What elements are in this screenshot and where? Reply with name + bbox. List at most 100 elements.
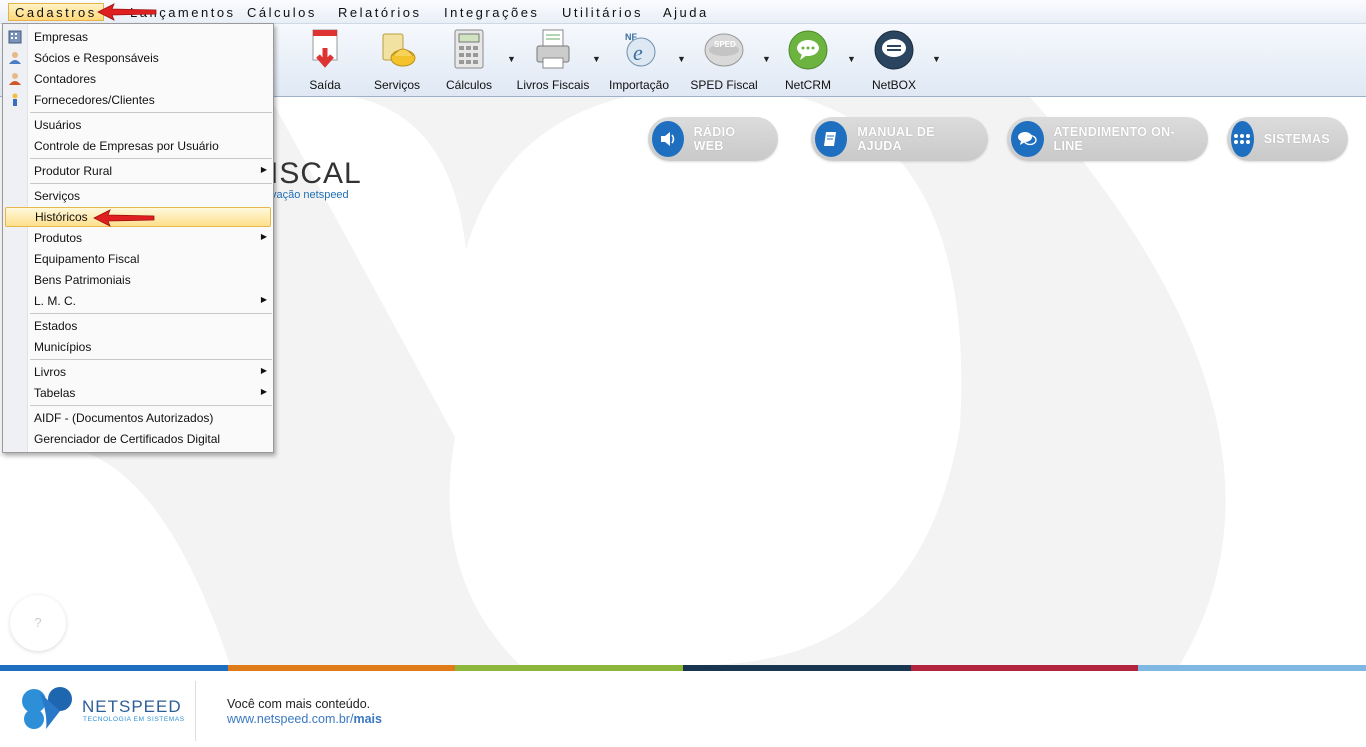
menu-item-label: Livros xyxy=(34,365,67,379)
toolbar-netbox-button[interactable]: NetBOX xyxy=(854,24,934,96)
brand-fiscal-title: ISCAL xyxy=(270,157,362,190)
menu-item-label: Equipamento Fiscal xyxy=(34,252,140,266)
building-icon xyxy=(8,30,22,44)
menu-item-produtos[interactable]: Produtos ▶ xyxy=(3,228,273,248)
footer-link[interactable]: www.netspeed.com.br/mais xyxy=(227,712,382,726)
submenu-arrow-icon: ▶ xyxy=(260,295,267,304)
book-icon xyxy=(815,121,848,157)
menu-item-equipamento-fiscal[interactable]: Equipamento Fiscal xyxy=(3,249,273,269)
menu-item-label: Estados xyxy=(34,319,78,333)
manual-ajuda-button[interactable]: MANUAL DE AJUDA xyxy=(811,117,988,161)
atendimento-online-label: ATENDIMENTO ON-LINE xyxy=(1053,125,1175,153)
menu-item-estados[interactable]: Estados xyxy=(3,316,273,336)
menu-item-label: Contadores xyxy=(34,72,97,86)
sistemas-button[interactable]: SISTEMAS xyxy=(1227,117,1348,161)
menu-item-label: Municípios xyxy=(34,340,92,354)
menu-item-bens-patrimoniais[interactable]: Bens Patrimoniais xyxy=(3,270,273,290)
menu-separator xyxy=(30,359,272,360)
menu-item-certificados[interactable]: Gerenciador de Certificados Digital xyxy=(3,429,273,449)
menu-item-livros[interactable]: Livros ▶ xyxy=(3,362,273,382)
accountant-icon xyxy=(9,73,21,85)
menu-item-controle-empresas[interactable]: Controle de Empresas por Usuário xyxy=(3,136,273,156)
netbox-dropdown-icon[interactable]: ▼ xyxy=(932,54,941,64)
menu-item-label: Empresas xyxy=(34,30,89,44)
menu-item-produtor-rural[interactable]: Produtor Rural ▶ xyxy=(3,161,273,181)
menu-item-label: Históricos xyxy=(35,210,88,224)
submenu-arrow-icon: ▶ xyxy=(260,232,267,241)
printer-icon xyxy=(536,29,570,69)
sped-icon: SPED xyxy=(704,33,744,67)
toolbar-livros-fiscais-button[interactable]: Livros Fiscais xyxy=(513,24,593,96)
nfe-badge-text: NF xyxy=(625,32,637,42)
netspeed-logo-icon xyxy=(22,687,72,729)
toolbar-servicos-label: Serviços xyxy=(373,78,420,92)
menu-calculos[interactable]: Cálculos xyxy=(241,4,323,22)
netbox-icon xyxy=(874,30,914,70)
atendimento-online-button[interactable]: ATENDIMENTO ON-LINE xyxy=(1007,117,1208,161)
saida-icon xyxy=(312,29,338,68)
menu-separator xyxy=(30,405,272,406)
toolbar-saida-button[interactable]: Saída xyxy=(285,24,365,96)
toolbar-calculos-button[interactable]: Cálculos xyxy=(429,24,509,96)
toolbar-saida-label: Saída xyxy=(309,78,341,92)
toolbar-netcrm-button[interactable]: NetCRM xyxy=(768,24,848,96)
speaker-icon xyxy=(652,121,684,157)
user-icon xyxy=(9,52,21,64)
toolbar-importacao-label: Importação xyxy=(608,78,670,92)
menu-item-label: Produtos xyxy=(34,231,83,245)
footer-logo-subtitle: TECNOLOGIA EM SISTEMAS xyxy=(83,716,185,723)
footer-logo-text: NETSPEED xyxy=(82,697,182,716)
toolbar-sped-fiscal-button[interactable]: SPED SPED Fiscal xyxy=(684,24,764,96)
menu-item-label: Controle de Empresas por Usuário xyxy=(34,139,219,153)
menu-relatorios[interactable]: Relatórios xyxy=(332,4,428,22)
menu-item-fornecedores[interactable]: Fornecedores/Clientes xyxy=(3,90,273,110)
submenu-arrow-icon: ▶ xyxy=(260,366,267,375)
menu-item-municipios[interactable]: Municípios xyxy=(3,337,273,357)
toolbar-netbox-label: NetBOX xyxy=(871,78,916,92)
menu-ajuda[interactable]: Ajuda xyxy=(657,4,715,22)
menu-item-label: Fornecedores/Clientes xyxy=(34,93,155,107)
menu-item-label: Tabelas xyxy=(34,386,76,400)
menu-item-label: AIDF - (Documentos Autorizados) xyxy=(34,411,214,425)
menu-item-label: Gerenciador de Certificados Digital xyxy=(34,432,221,446)
chat-icon xyxy=(1011,121,1044,157)
submenu-arrow-icon: ▶ xyxy=(260,387,267,396)
annotation-arrow-icon xyxy=(97,3,157,21)
menu-item-label: L. M. C. xyxy=(34,294,77,308)
menu-item-tabelas[interactable]: Tabelas ▶ xyxy=(3,383,273,403)
nfe-icon: e NF xyxy=(625,32,656,67)
menu-bar: Cadastros Lançamentos Cálculos Relatório… xyxy=(0,0,1366,24)
manual-ajuda-label: MANUAL DE AJUDA xyxy=(857,125,935,153)
menu-item-usuarios[interactable]: Usuários xyxy=(3,115,273,135)
menu-separator xyxy=(30,313,272,314)
netcrm-icon xyxy=(788,30,828,70)
help-button[interactable]: ? xyxy=(10,595,66,651)
menu-item-empresas[interactable]: Empresas xyxy=(3,27,273,47)
menu-item-label: Bens Patrimoniais xyxy=(34,273,131,287)
radio-web-label: RÁDIO WEB xyxy=(693,125,736,153)
menu-item-servicos[interactable]: Serviços xyxy=(3,186,273,206)
menu-item-aidf[interactable]: AIDF - (Documentos Autorizados) xyxy=(3,408,273,428)
toolbar-netcrm-label: NetCRM xyxy=(784,78,831,92)
footer-link-prefix: www.netspeed.com.br/ xyxy=(227,712,354,726)
menu-cadastros[interactable]: Cadastros xyxy=(8,3,104,21)
menu-utilitarios[interactable]: Utilitários xyxy=(556,4,649,22)
menu-item-lmc[interactable]: L. M. C. ▶ xyxy=(3,291,273,311)
toolbar-sped-fiscal-label: SPED Fiscal xyxy=(690,78,758,92)
menu-item-label: Serviços xyxy=(34,189,81,203)
menu-item-socios[interactable]: Sócios e Responsáveis xyxy=(3,48,273,68)
footer: NETSPEED TECNOLOGIA EM SISTEMAS Você com… xyxy=(0,671,1366,747)
menu-item-label: Sócios e Responsáveis xyxy=(34,51,159,65)
sistemas-label: SISTEMAS xyxy=(1263,132,1330,146)
menu-integracoes[interactable]: Integrações xyxy=(438,4,545,22)
menu-separator xyxy=(30,183,272,184)
submenu-arrow-icon: ▶ xyxy=(260,165,267,174)
toolbar-servicos-button[interactable]: Serviços xyxy=(357,24,437,96)
menu-item-contadores[interactable]: Contadores xyxy=(3,69,273,89)
servicos-icon xyxy=(382,33,416,67)
radio-web-button[interactable]: RÁDIO WEB xyxy=(648,117,778,161)
cadastros-dropdown-menu: Empresas Sócios e Responsáveis Contadore… xyxy=(2,23,274,453)
toolbar-importacao-button[interactable]: e NF Importação xyxy=(599,24,679,96)
menu-separator xyxy=(30,112,272,113)
brand-subtitle: vação netspeed xyxy=(271,189,349,201)
